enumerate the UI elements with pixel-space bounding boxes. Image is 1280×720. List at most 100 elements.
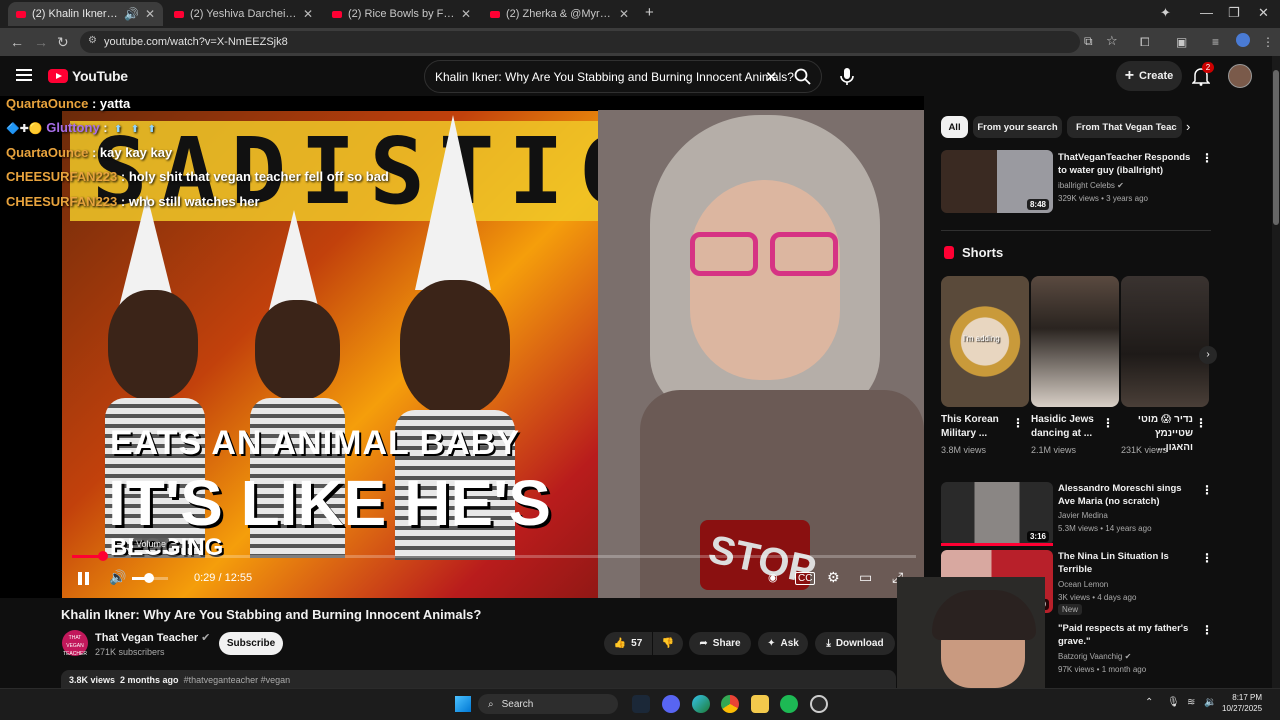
- search-icon[interactable]: [793, 67, 813, 87]
- chat-text: holy shit that vegan teacher fell off so…: [128, 169, 389, 184]
- taskbar-search[interactable]: ⌕ Search: [478, 694, 618, 714]
- speaker-tray-icon[interactable]: 🔉: [1204, 697, 1216, 708]
- autoplay-toggle-icon[interactable]: ◉: [768, 571, 778, 584]
- more-options-icon[interactable]: ⋮: [1201, 623, 1213, 637]
- more-options-icon[interactable]: ⋮: [1201, 483, 1213, 497]
- more-options-icon[interactable]: ⋮: [1195, 416, 1207, 430]
- new-badge: New: [1058, 604, 1083, 615]
- recommendation-channel[interactable]: Batzorig Vaanchig ✔: [1058, 652, 1131, 661]
- sidepanel-icon[interactable]: ▣: [1176, 35, 1187, 49]
- back-icon[interactable]: ←: [10, 34, 24, 50]
- volume-knob[interactable]: [144, 573, 154, 583]
- chrome-icon[interactable]: [721, 695, 739, 713]
- recommendation-thumbnail[interactable]: 3:16: [941, 482, 1053, 545]
- file-explorer-icon[interactable]: [751, 695, 769, 713]
- hamburger-menu-icon[interactable]: [16, 69, 32, 81]
- browser-tab[interactable]: (2) Rice Bowls by Flavor Hive - Y ✕: [324, 2, 479, 26]
- clear-search-icon[interactable]: ✕: [765, 68, 778, 86]
- reload-icon[interactable]: ↻: [57, 34, 69, 51]
- discord-icon[interactable]: [662, 695, 680, 713]
- progress-bar[interactable]: [72, 555, 916, 558]
- pause-button[interactable]: [78, 572, 89, 585]
- microphone-icon[interactable]: [835, 64, 859, 88]
- new-tab-button[interactable]: +: [645, 4, 654, 21]
- short-thumbnail[interactable]: [1121, 276, 1209, 407]
- recommendation-channel[interactable]: Ocean Lemon: [1058, 580, 1108, 589]
- chip-from-search[interactable]: From your search: [973, 116, 1062, 138]
- more-options-icon[interactable]: ⋮: [1201, 151, 1213, 165]
- create-button[interactable]: + Create: [1116, 61, 1182, 91]
- recommendation-thumbnail[interactable]: 8:48: [941, 150, 1053, 213]
- shorts-next-icon[interactable]: ›: [1199, 346, 1217, 364]
- install-icon[interactable]: ⧉: [1084, 34, 1093, 49]
- site-info-icon[interactable]: ⚙: [88, 35, 97, 46]
- short-thumbnail[interactable]: I'm adding: [941, 276, 1029, 407]
- channel-name[interactable]: That Vegan Teacher ✔: [95, 631, 210, 644]
- microphone-tray-icon[interactable]: 🎙: [1167, 697, 1180, 708]
- channel-avatar[interactable]: THAT VEGAN TEACHER: [62, 630, 88, 657]
- extensions-icon[interactable]: ⧠: [1140, 35, 1150, 50]
- chat-username: CHEESURFAN223: [6, 194, 118, 209]
- search-input[interactable]: Khalin Ikner: Why Are You Stabbing and B…: [435, 70, 794, 84]
- chat-emote-icons: ⬆ ⬆ ⬆: [111, 124, 156, 135]
- captions-icon[interactable]: CC: [795, 572, 816, 585]
- chip-from-channel[interactable]: From That Vegan Teac: [1067, 116, 1182, 138]
- short-title[interactable]: Hasidic Jews dancing at ...: [1031, 413, 1106, 441]
- hashtags[interactable]: #thatveganteacher #vegan: [184, 675, 291, 685]
- clock[interactable]: 8:17 PM 10/27/2025: [1222, 692, 1262, 714]
- close-tab-icon[interactable]: ✕: [145, 7, 155, 21]
- windows-start-icon[interactable]: [455, 696, 471, 712]
- chevron-right-icon[interactable]: ›: [1186, 119, 1190, 134]
- search-box[interactable]: Khalin Ikner: Why Are You Stabbing and B…: [424, 60, 822, 93]
- menu-dots-icon[interactable]: ⋮: [1262, 35, 1274, 49]
- subscribe-button[interactable]: Subscribe: [219, 632, 283, 655]
- bookmark-star-icon[interactable]: ☆: [1106, 33, 1118, 49]
- close-tab-icon[interactable]: ✕: [303, 7, 313, 21]
- scrollbar-thumb[interactable]: [1273, 70, 1279, 225]
- short-title[interactable]: This Korean Military ...: [941, 413, 1016, 441]
- close-tab-icon[interactable]: ✕: [461, 7, 471, 21]
- account-avatar[interactable]: [1228, 64, 1252, 88]
- browser-tab[interactable]: (2) Khalin Ikner: Why Are Yo 🔊 ✕: [8, 2, 163, 26]
- more-options-icon[interactable]: ⋮: [1102, 416, 1114, 430]
- forward-icon[interactable]: →: [34, 34, 48, 50]
- volume-icon[interactable]: 🔊: [109, 569, 126, 586]
- download-button[interactable]: ⤓ Download: [815, 632, 895, 655]
- close-window-icon[interactable]: ✕: [1258, 5, 1269, 21]
- chat-message: QuartaOunce : kay kay kay: [6, 145, 173, 160]
- edge-icon[interactable]: [692, 695, 710, 713]
- miniplayer-icon[interactable]: ▭: [859, 569, 872, 586]
- close-tab-icon[interactable]: ✕: [619, 7, 629, 21]
- short-thumbnail[interactable]: [1031, 276, 1119, 407]
- steam-icon[interactable]: [632, 695, 650, 713]
- plus-icon: +: [1124, 67, 1135, 84]
- settings-gear-icon[interactable]: ⚙: [827, 569, 840, 586]
- maximize-icon[interactable]: ❐: [1228, 5, 1240, 21]
- address-bar[interactable]: ⚙ youtube.com/watch?v=X-NmEEZSjk8 ⧉ ☆: [80, 31, 1118, 53]
- ask-button[interactable]: ✦ Ask: [758, 632, 808, 655]
- chip-all[interactable]: All: [941, 116, 968, 138]
- wifi-icon[interactable]: ≋: [1187, 697, 1195, 708]
- recommendation-title[interactable]: The Nina Lin Situation Is Terrible: [1058, 550, 1198, 576]
- recommendation-channel[interactable]: iballright Celebs ✔: [1058, 181, 1124, 190]
- media-icon[interactable]: ≡: [1212, 35, 1219, 49]
- recommendation-title[interactable]: Alessandro Moreschi sings Ave Maria (no …: [1058, 482, 1198, 508]
- more-options-icon[interactable]: ⋮: [1201, 551, 1213, 565]
- more-options-icon[interactable]: ⋮: [1012, 416, 1024, 430]
- recommendation-title[interactable]: ThatVeganTeacher Responds to water guy (…: [1058, 151, 1198, 177]
- recommendation-title[interactable]: "Paid respects at my father's grave.": [1058, 622, 1198, 648]
- share-button[interactable]: ➦ Share: [689, 632, 751, 655]
- browser-tab[interactable]: (2) Zherka & @MyronGainesX | ✕: [482, 2, 637, 26]
- obs-icon[interactable]: [810, 695, 828, 713]
- profile-icon[interactable]: [1236, 33, 1250, 47]
- browser-tab[interactable]: (2) Yeshiva Darchei Torah Choi ✕: [166, 2, 321, 26]
- recommendation-channel[interactable]: Javier Medina: [1058, 511, 1108, 520]
- minimize-icon[interactable]: —: [1200, 5, 1213, 20]
- short-views: 3.8M views: [941, 445, 987, 455]
- tab-search-icon[interactable]: ✦: [1160, 5, 1171, 21]
- like-button[interactable]: 👍 57: [604, 632, 652, 655]
- spotify-icon[interactable]: [780, 695, 798, 713]
- tray-chevron-icon[interactable]: ⌃: [1145, 697, 1153, 708]
- youtube-logo[interactable]: YouTube: [48, 68, 128, 84]
- dislike-button[interactable]: 👎: [653, 632, 683, 655]
